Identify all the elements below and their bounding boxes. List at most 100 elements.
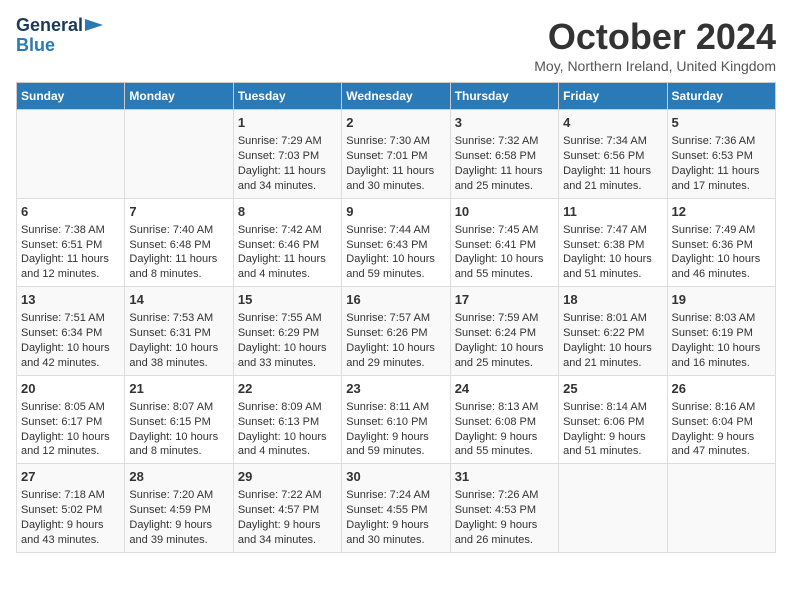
day-info: Sunset: 7:03 PM xyxy=(238,149,337,164)
calendar-cell: 9Sunrise: 7:44 AMSunset: 6:43 PMDaylight… xyxy=(342,198,450,287)
day-number: 22 xyxy=(238,380,337,398)
calendar-cell: 5Sunrise: 7:36 AMSunset: 6:53 PMDaylight… xyxy=(667,110,775,199)
day-info: Sunrise: 8:16 AM xyxy=(672,400,771,415)
day-info: Daylight: 9 hours and 34 minutes. xyxy=(238,518,337,548)
day-info: Sunrise: 7:22 AM xyxy=(238,488,337,503)
day-info: Sunset: 6:29 PM xyxy=(238,326,337,341)
calendar-cell xyxy=(17,110,125,199)
calendar-cell: 31Sunrise: 7:26 AMSunset: 4:53 PMDayligh… xyxy=(450,464,558,553)
day-info: Sunrise: 7:44 AM xyxy=(346,223,445,238)
day-info: Daylight: 9 hours and 59 minutes. xyxy=(346,430,445,460)
day-number: 18 xyxy=(563,291,662,309)
day-info: Daylight: 10 hours and 25 minutes. xyxy=(455,341,554,371)
calendar-cell: 1Sunrise: 7:29 AMSunset: 7:03 PMDaylight… xyxy=(233,110,341,199)
day-info: Sunset: 5:02 PM xyxy=(21,503,120,518)
calendar-cell: 19Sunrise: 8:03 AMSunset: 6:19 PMDayligh… xyxy=(667,287,775,376)
day-info: Sunset: 6:04 PM xyxy=(672,415,771,430)
day-info: Sunset: 4:57 PM xyxy=(238,503,337,518)
day-info: Daylight: 10 hours and 21 minutes. xyxy=(563,341,662,371)
day-number: 14 xyxy=(129,291,228,309)
day-info: Sunrise: 7:30 AM xyxy=(346,134,445,149)
day-info: Daylight: 10 hours and 55 minutes. xyxy=(455,252,554,282)
day-number: 28 xyxy=(129,468,228,486)
calendar-cell: 18Sunrise: 8:01 AMSunset: 6:22 PMDayligh… xyxy=(559,287,667,376)
day-number: 13 xyxy=(21,291,120,309)
calendar-cell: 17Sunrise: 7:59 AMSunset: 6:24 PMDayligh… xyxy=(450,287,558,376)
logo: General Blue xyxy=(16,16,105,56)
day-info: Daylight: 11 hours and 17 minutes. xyxy=(672,164,771,194)
day-info: Daylight: 9 hours and 47 minutes. xyxy=(672,430,771,460)
day-info: Sunrise: 7:55 AM xyxy=(238,311,337,326)
day-info: Sunrise: 8:13 AM xyxy=(455,400,554,415)
calendar-header-row: SundayMondayTuesdayWednesdayThursdayFrid… xyxy=(17,83,776,110)
day-number: 1 xyxy=(238,114,337,132)
day-info: Sunrise: 7:36 AM xyxy=(672,134,771,149)
day-number: 9 xyxy=(346,203,445,221)
day-info: Sunset: 6:41 PM xyxy=(455,238,554,253)
day-number: 31 xyxy=(455,468,554,486)
day-number: 11 xyxy=(563,203,662,221)
day-info: Daylight: 10 hours and 8 minutes. xyxy=(129,430,228,460)
calendar-week-3: 13 Sunrise: 7:51 AMSunset: 6:34 PM Dayligh… xyxy=(17,287,776,376)
day-number: 19 xyxy=(672,291,771,309)
day-info: Sunset: 6:06 PM xyxy=(563,415,662,430)
calendar-cell: 23Sunrise: 8:11 AMSunset: 6:10 PMDayligh… xyxy=(342,375,450,464)
day-number: 7 xyxy=(129,203,228,221)
day-number: 23 xyxy=(346,380,445,398)
day-info: Sunrise: 7:24 AM xyxy=(346,488,445,503)
location-subtitle: Moy, Northern Ireland, United Kingdom xyxy=(534,58,776,74)
day-number: 12 xyxy=(672,203,771,221)
day-number: 3 xyxy=(455,114,554,132)
day-info: Sunset: 6:24 PM xyxy=(455,326,554,341)
day-number: 15 xyxy=(238,291,337,309)
calendar-cell: 15Sunrise: 7:55 AMSunset: 6:29 PMDayligh… xyxy=(233,287,341,376)
day-info: Daylight: 10 hours and 12 minutes. xyxy=(21,430,120,460)
col-header-sunday: Sunday xyxy=(17,83,125,110)
col-header-tuesday: Tuesday xyxy=(233,83,341,110)
day-info: Sunset: 6:43 PM xyxy=(346,238,445,253)
calendar-cell: 3Sunrise: 7:32 AMSunset: 6:58 PMDaylight… xyxy=(450,110,558,199)
calendar-week-5: 27Sunrise: 7:18 AMSunset: 5:02 PMDayligh… xyxy=(17,464,776,553)
calendar-cell: 30Sunrise: 7:24 AMSunset: 4:55 PMDayligh… xyxy=(342,464,450,553)
day-info: Daylight: 11 hours and 8 minutes. xyxy=(129,252,228,282)
day-info: Daylight: 9 hours and 39 minutes. xyxy=(129,518,228,548)
day-info: Sunset: 6:31 PM xyxy=(129,326,228,341)
day-info: Sunrise: 7:45 AM xyxy=(455,223,554,238)
day-info: Sunrise: 8:05 AM xyxy=(21,400,120,415)
day-info: Sunrise: 7:20 AM xyxy=(129,488,228,503)
day-info: Sunrise: 8:07 AM xyxy=(129,400,228,415)
day-info: Sunset: 6:34 PM xyxy=(21,326,120,341)
calendar-cell: 13Sunrise: 7:51 AMSunset: 6:34 PMDayligh… xyxy=(17,287,125,376)
calendar-cell: 21Sunrise: 8:07 AMSunset: 6:15 PMDayligh… xyxy=(125,375,233,464)
day-info: Sunrise: 7:18 AM xyxy=(21,488,120,503)
calendar-cell xyxy=(559,464,667,553)
day-info: Sunset: 6:26 PM xyxy=(346,326,445,341)
day-info: Daylight: 9 hours and 51 minutes. xyxy=(563,430,662,460)
calendar-cell: 11Sunrise: 7:47 AMSunset: 6:38 PMDayligh… xyxy=(559,198,667,287)
day-info: Sunrise: 7:49 AM xyxy=(672,223,771,238)
day-info: Sunrise: 7:53 AM xyxy=(129,311,228,326)
day-info: Sunset: 6:58 PM xyxy=(455,149,554,164)
calendar-table: SundayMondayTuesdayWednesdayThursdayFrid… xyxy=(16,82,776,553)
day-info: Sunset: 6:56 PM xyxy=(563,149,662,164)
page-header: General Blue October 2024 Moy, Northern … xyxy=(16,16,776,74)
day-info: Sunrise: 7:59 AM xyxy=(455,311,554,326)
day-info: Sunset: 6:08 PM xyxy=(455,415,554,430)
day-info: Sunrise: 7:38 AM xyxy=(21,223,120,238)
day-info: Sunrise: 7:34 AM xyxy=(563,134,662,149)
calendar-week-1: 1Sunrise: 7:29 AMSunset: 7:03 PMDaylight… xyxy=(17,110,776,199)
day-info: Sunrise: 7:57 AM xyxy=(346,311,445,326)
day-info: Daylight: 11 hours and 30 minutes. xyxy=(346,164,445,194)
col-header-friday: Friday xyxy=(559,83,667,110)
day-info: Sunset: 6:22 PM xyxy=(563,326,662,341)
day-number: 25 xyxy=(563,380,662,398)
col-header-wednesday: Wednesday xyxy=(342,83,450,110)
calendar-cell: 4Sunrise: 7:34 AMSunset: 6:56 PMDaylight… xyxy=(559,110,667,199)
day-info: Sunrise: 7:51 AM xyxy=(21,311,120,326)
calendar-cell: 29Sunrise: 7:22 AMSunset: 4:57 PMDayligh… xyxy=(233,464,341,553)
month-title: October 2024 xyxy=(534,16,776,58)
day-info: Sunrise: 8:11 AM xyxy=(346,400,445,415)
day-info: Sunset: 6:46 PM xyxy=(238,238,337,253)
calendar-cell: 10Sunrise: 7:45 AMSunset: 6:41 PMDayligh… xyxy=(450,198,558,287)
day-info: Sunrise: 7:42 AM xyxy=(238,223,337,238)
